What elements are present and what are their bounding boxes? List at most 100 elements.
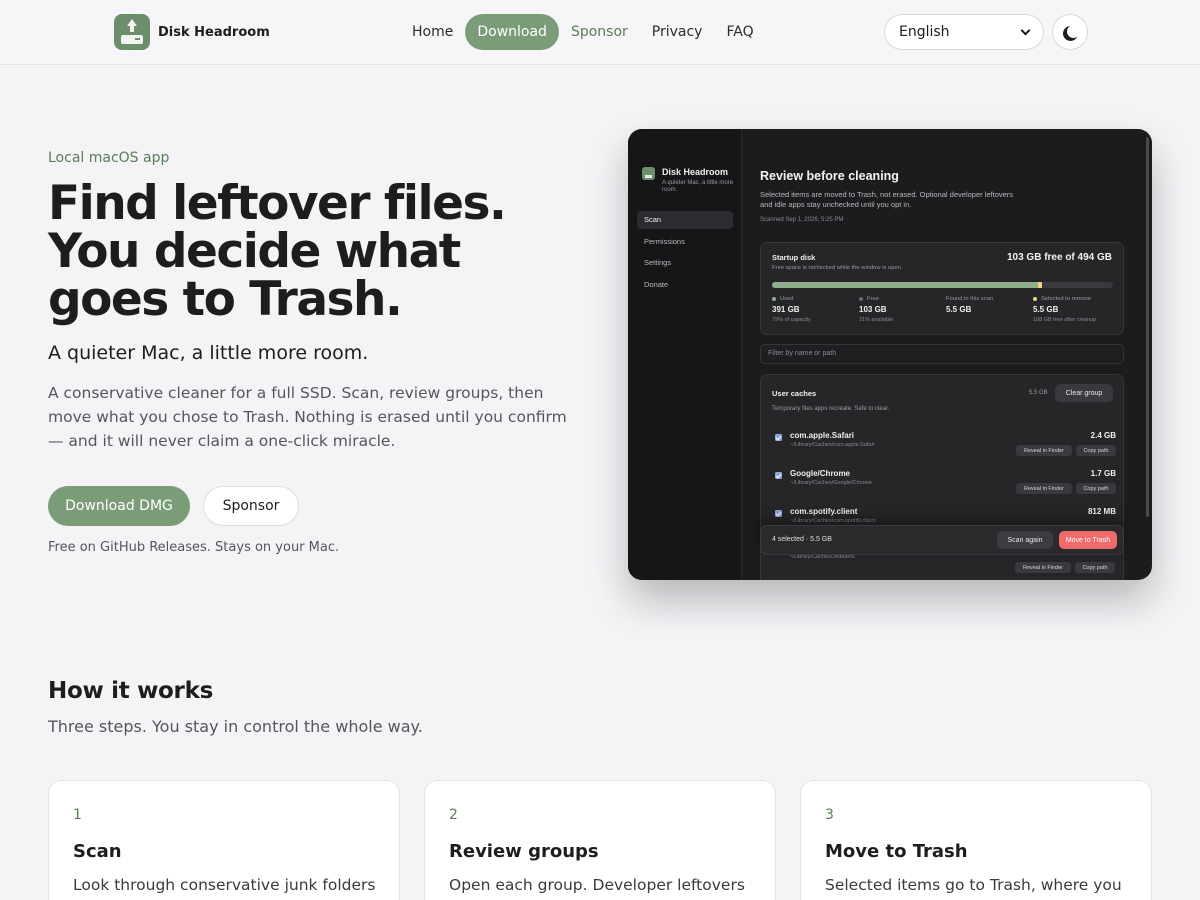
item-name: com.apple.Safari bbox=[790, 431, 855, 440]
disk-usage-bar bbox=[772, 282, 1113, 288]
copy-path-button: Copy path bbox=[1076, 445, 1116, 456]
stat-found-value: 5.5 GB bbox=[946, 305, 972, 314]
item-path: ~/Library/Caches/com.apple.Safari bbox=[790, 442, 875, 448]
app-tagline: A quieter Mac, a little more room. bbox=[662, 180, 734, 193]
app-logo-icon bbox=[114, 14, 150, 50]
item-size: 1.7 GB bbox=[1090, 469, 1116, 478]
group-title: User caches bbox=[772, 389, 817, 398]
item-path: ~/Library/Caches/Google/Chrome bbox=[790, 480, 873, 486]
stat-used-key: Used bbox=[780, 296, 794, 302]
brand[interactable]: Disk Headroom bbox=[114, 14, 270, 50]
moon-icon bbox=[1067, 25, 1080, 38]
disk-free: 103 GB free of 494 GB bbox=[1006, 252, 1112, 263]
checkbox-checked-icon bbox=[775, 510, 782, 517]
step-card: 3 Move to Trash Selected items go to Tra… bbox=[800, 780, 1152, 900]
item-size: 2.4 GB bbox=[1090, 431, 1116, 440]
stat-free: Free 103 GB 21% available bbox=[859, 296, 944, 323]
app-name: Disk Headroom bbox=[662, 167, 729, 177]
theme-toggle-button[interactable] bbox=[1052, 14, 1088, 50]
group-note: Temporary files apps recreate. Safe to c… bbox=[772, 406, 890, 412]
hero-note: Free on GitHub Releases. Stays on your M… bbox=[48, 540, 340, 555]
move-to-trash-button: Move to Trash bbox=[1059, 531, 1117, 549]
app-main: Review before cleaning Selected items ar… bbox=[742, 129, 1152, 580]
step-number: 1 bbox=[73, 807, 82, 823]
hero-title: Find leftover files. You decide what goe… bbox=[48, 176, 507, 327]
stat-used-value: 391 GB bbox=[772, 305, 800, 314]
step-number: 3 bbox=[825, 807, 834, 823]
group-size: 5.5 GB bbox=[1029, 390, 1048, 396]
stat-used-sub: 79% of capacity bbox=[772, 317, 811, 323]
step-title: Scan bbox=[73, 841, 122, 862]
clear-group-button: Clear group bbox=[1055, 384, 1113, 402]
selection-summary: 4 selected · 5.5 GB bbox=[772, 536, 832, 543]
app-scrollbar bbox=[1146, 137, 1149, 517]
item-path: ~/Library/Caches/com.spotify.client bbox=[790, 518, 876, 524]
app-nav-donate: Donate bbox=[644, 279, 669, 289]
step-card: 2 Review groups Open each group. Develop… bbox=[424, 780, 776, 900]
list-item-partial: ~/Library/Caches/Jetbrains Reveal in Fin… bbox=[771, 554, 1115, 579]
nav-download[interactable]: Download bbox=[465, 14, 559, 50]
sponsor-button[interactable]: Sponsor bbox=[203, 486, 299, 526]
disk-used-fill bbox=[772, 282, 1042, 288]
stat-selected-sub: 108 GB free after cleanup bbox=[1033, 317, 1096, 323]
nav-privacy[interactable]: Privacy bbox=[640, 14, 715, 50]
stat-selected-key: Selected to remove bbox=[1041, 296, 1091, 302]
app-screenshot: Disk Headroom A quieter Mac, a little mo… bbox=[628, 129, 1152, 580]
stat-free-key: Free bbox=[867, 296, 879, 302]
stat-selected: Selected to remove 5.5 GB 108 GB free af… bbox=[1033, 296, 1118, 323]
how-it-works-title: How it works bbox=[48, 678, 213, 704]
language-value: English bbox=[899, 24, 950, 40]
list-item: Google/Chrome ~/Library/Caches/Google/Ch… bbox=[772, 469, 1116, 503]
app-mini-logo-icon bbox=[642, 167, 655, 180]
nav-faq[interactable]: FAQ bbox=[714, 14, 765, 50]
app-nav-settings: Settings bbox=[644, 258, 672, 267]
copy-path-button: Copy path bbox=[1075, 562, 1115, 573]
hero-eyebrow: Local macOS app bbox=[48, 150, 170, 166]
stat-free-value: 103 GB bbox=[859, 305, 887, 314]
chevron-down-icon bbox=[1020, 25, 1031, 35]
step-title: Move to Trash bbox=[825, 841, 968, 862]
step-text: Open each group. Developer leftovers bbox=[449, 876, 745, 894]
step-text: Look through conservative junk folders bbox=[73, 876, 376, 894]
checkbox-checked-icon bbox=[775, 434, 782, 441]
step-title: Review groups bbox=[449, 841, 599, 862]
brand-name: Disk Headroom bbox=[158, 24, 270, 40]
nav-sponsor[interactable]: Sponsor bbox=[559, 14, 640, 50]
app-nav-scan: Scan bbox=[637, 211, 733, 229]
app-title: Review before cleaning bbox=[760, 169, 899, 183]
main-nav: Home Download Sponsor Privacy FAQ bbox=[400, 14, 766, 50]
nav-home[interactable]: Home bbox=[400, 14, 465, 50]
step-card: 1 Scan Look through conservative junk fo… bbox=[48, 780, 400, 900]
app-description: Selected items are moved to Trash, not e… bbox=[760, 190, 1014, 209]
app-scan-time: Scanned Sep 1, 2026, 5:25 PM bbox=[760, 217, 844, 223]
stat-found-key: Found in this scan bbox=[946, 296, 994, 302]
language-select[interactable]: English bbox=[884, 14, 1044, 50]
disk-label: Startup disk bbox=[772, 253, 816, 262]
reveal-in-finder-button: Reveal in Finder bbox=[1016, 483, 1072, 494]
app-nav-permissions: Permissions bbox=[644, 236, 685, 246]
hero-subtitle: A quieter Mac, a little more room. bbox=[48, 342, 369, 364]
reveal-in-finder-button: Reveal in Finder bbox=[1015, 562, 1071, 573]
filter-input: Filter by name or path bbox=[760, 344, 1124, 364]
scan-again-button: Scan again bbox=[997, 531, 1053, 549]
list-item: com.apple.Safari ~/Library/Caches/com.ap… bbox=[772, 431, 1116, 465]
copy-path-button: Copy path bbox=[1076, 483, 1116, 494]
reveal-in-finder-button: Reveal in Finder bbox=[1016, 445, 1072, 456]
stat-free-sub: 21% available bbox=[859, 317, 894, 323]
item-name: Google/Chrome bbox=[790, 469, 851, 478]
disk-selected-fill bbox=[1037, 282, 1042, 288]
disk-card: Startup disk Free space is rechecked whi… bbox=[760, 242, 1124, 335]
stat-selected-value: 5.5 GB bbox=[1033, 305, 1059, 314]
step-number: 2 bbox=[449, 807, 458, 823]
item-size: 812 MB bbox=[1087, 507, 1116, 516]
app-sidebar: Disk Headroom A quieter Mac, a little mo… bbox=[628, 129, 742, 580]
step-text: Selected items go to Trash, where you bbox=[825, 876, 1122, 894]
selection-bar: 4 selected · 5.5 GB Scan again Move to T… bbox=[760, 525, 1124, 555]
disk-note: Free space is rechecked while the window… bbox=[772, 265, 903, 271]
stat-found: Found in this scan 5.5 GB bbox=[946, 296, 1031, 314]
item-name: com.spotify.client bbox=[790, 507, 858, 516]
hero-description: A conservative cleaner for a full SSD. S… bbox=[48, 384, 567, 450]
download-dmg-button[interactable]: Download DMG bbox=[48, 486, 190, 526]
how-it-works-subtitle: Three steps. You stay in control the who… bbox=[48, 717, 423, 736]
site-header: Disk Headroom Home Download Sponsor Priv… bbox=[0, 0, 1200, 65]
